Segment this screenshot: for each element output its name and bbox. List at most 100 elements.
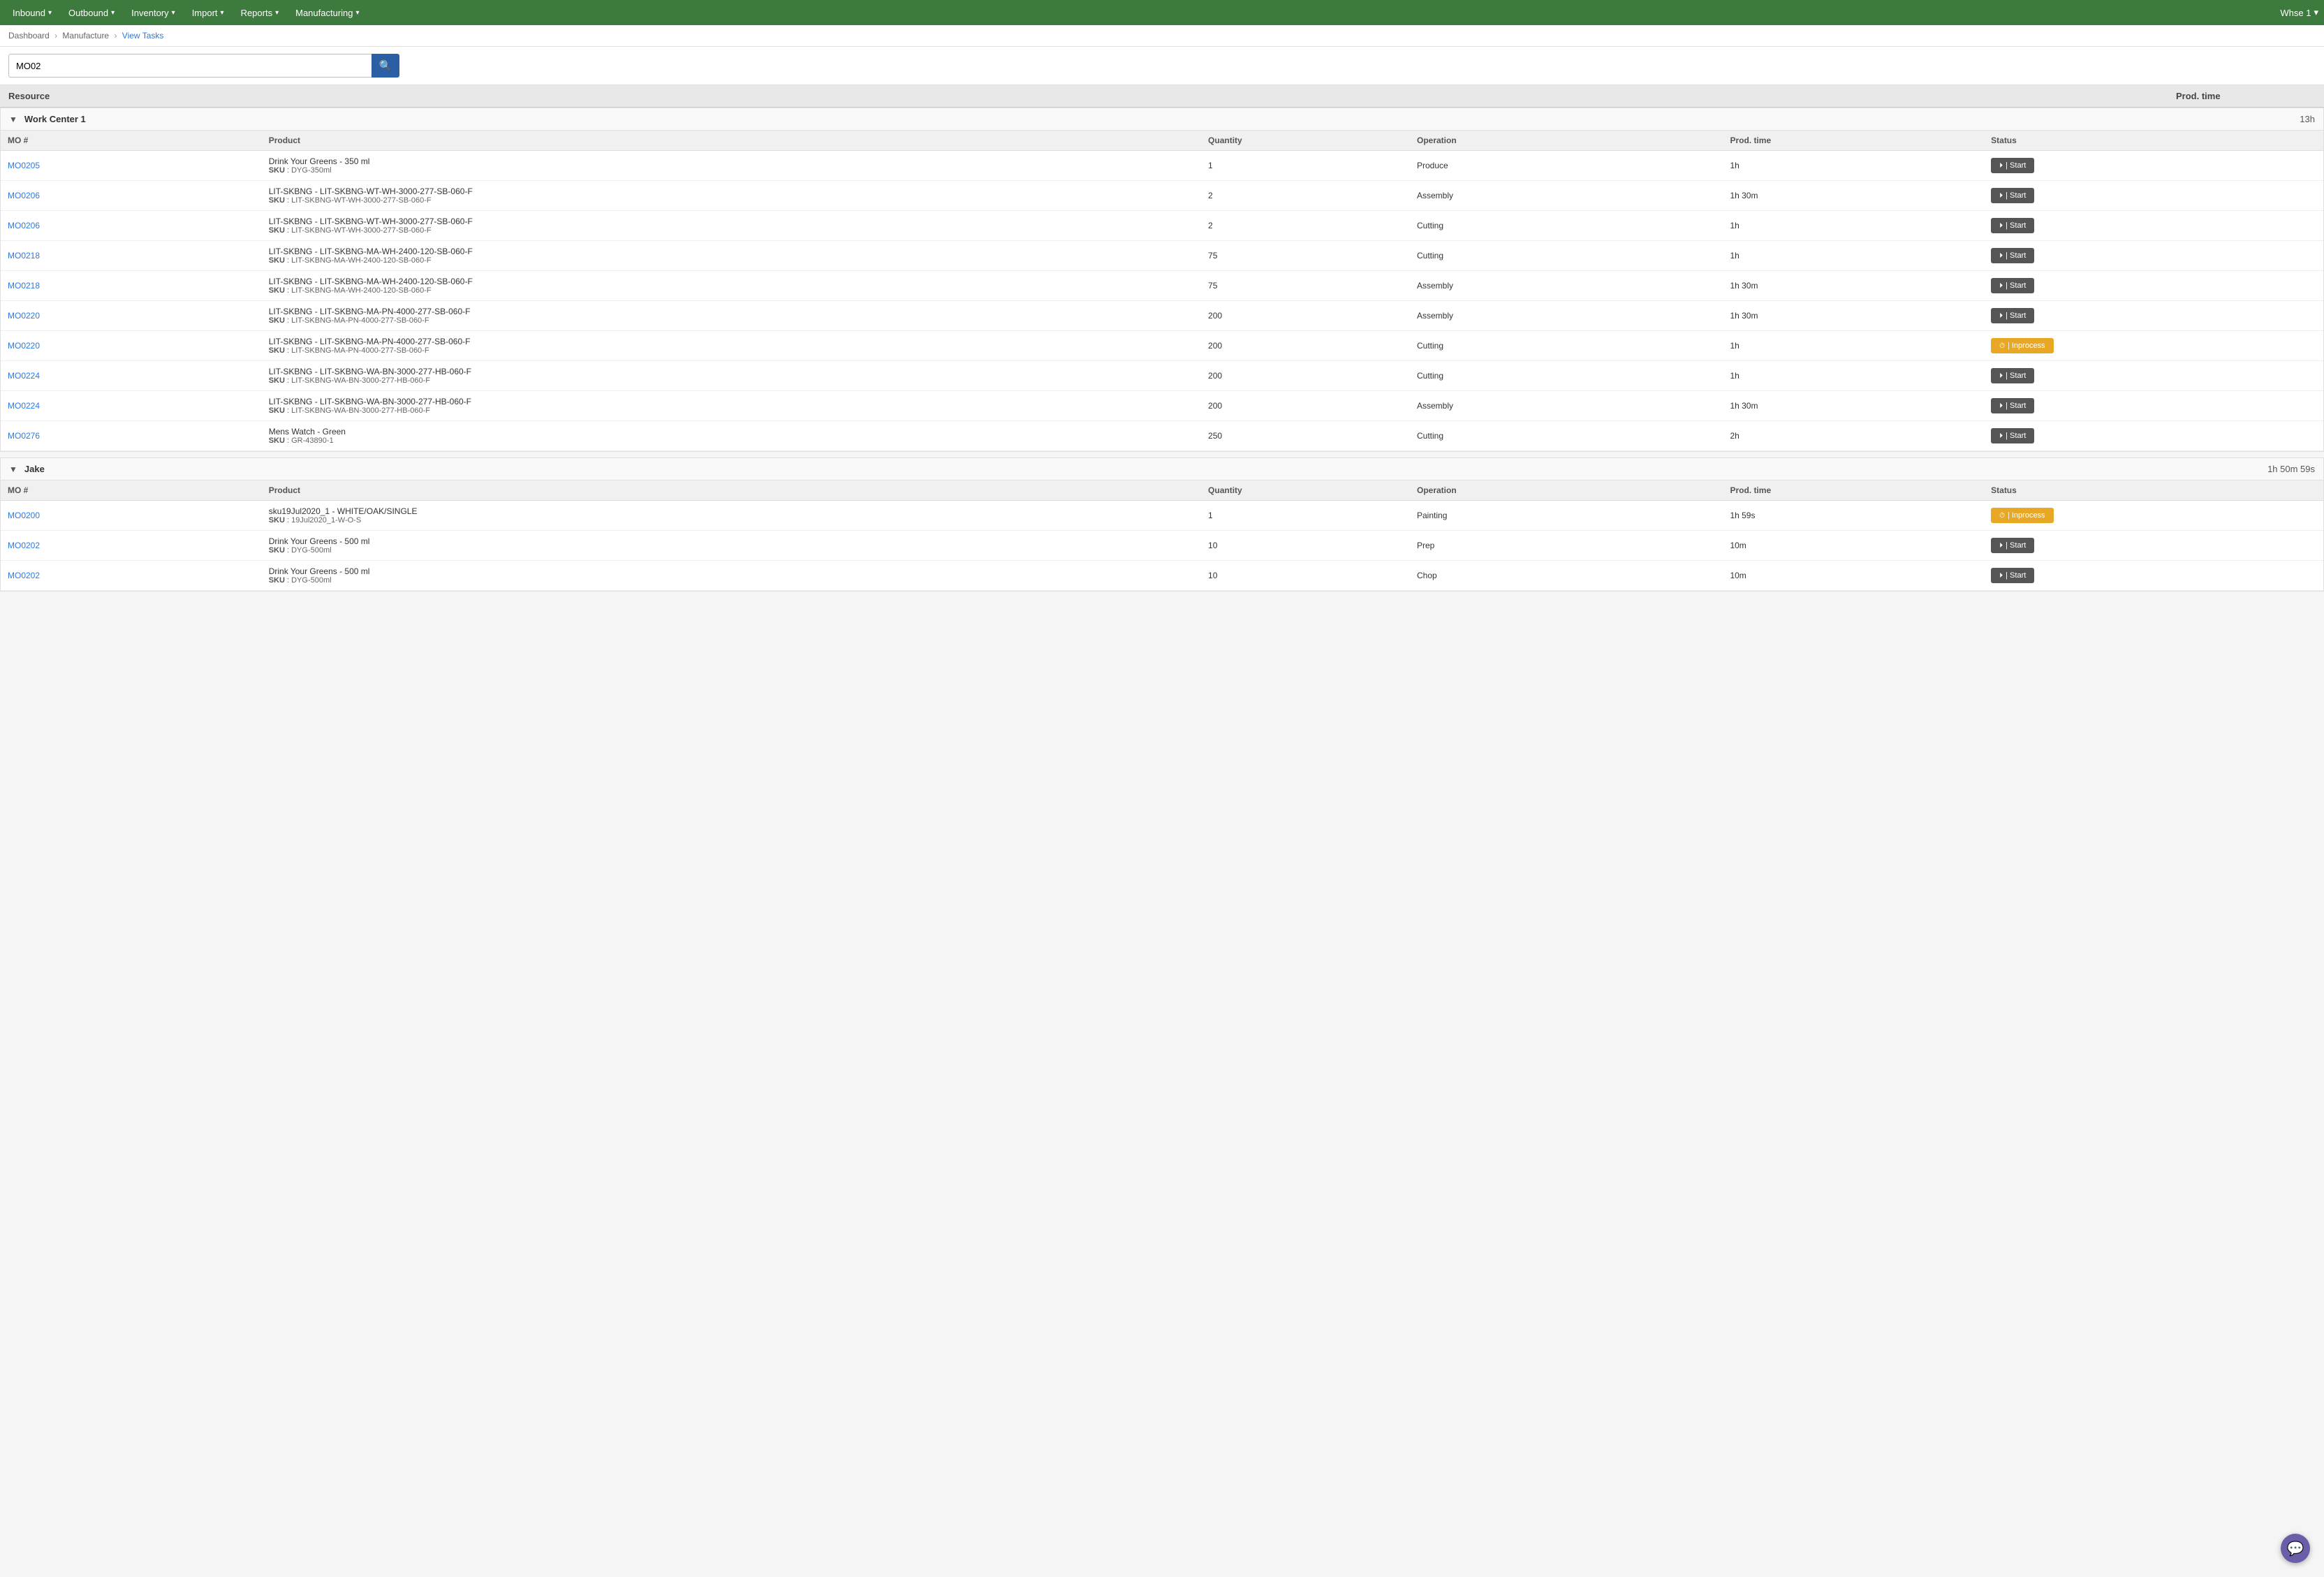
- mo-link[interactable]: MO0202: [8, 541, 40, 550]
- toggle-arrow-icon: ▼: [9, 115, 17, 124]
- chat-widget[interactable]: 💬: [2281, 1534, 2310, 1563]
- product-name: LIT-SKBNG - LIT-SKBNG-WA-BN-3000-277-HB-…: [269, 367, 1194, 376]
- work-center-row-wc1[interactable]: ▼ Work Center 1 13h: [1, 108, 2323, 131]
- quantity-cell: 10: [1201, 561, 1410, 591]
- product-cell: LIT-SKBNG - LIT-SKBNG-MA-WH-2400-120-SB-…: [262, 241, 1201, 271]
- inbound-arrow-icon: ▾: [48, 9, 52, 17]
- start-button[interactable]: ⏵ | Start: [1991, 308, 2034, 323]
- nav-reports[interactable]: Reports ▾: [234, 3, 286, 22]
- nav-user[interactable]: Whse 1 ▾: [2280, 7, 2318, 18]
- start-button[interactable]: ⏵ | Start: [1991, 568, 2034, 583]
- mo-link[interactable]: MO0224: [8, 401, 40, 411]
- start-button[interactable]: ⏵ | Start: [1991, 248, 2034, 263]
- product-cell: LIT-SKBNG - LIT-SKBNG-WA-BN-3000-277-HB-…: [262, 391, 1201, 421]
- product-cell: LIT-SKBNG - LIT-SKBNG-WA-BN-3000-277-HB-…: [262, 361, 1201, 391]
- inprocess-button[interactable]: ⏱ | Inprocess: [1991, 508, 2053, 523]
- mo-link[interactable]: MO0205: [8, 161, 40, 170]
- col-header-operation-jake: Operation: [1410, 481, 1723, 501]
- col-header-quantity-jake: Quantity: [1201, 481, 1410, 501]
- start-button[interactable]: ⏵ | Start: [1991, 368, 2034, 383]
- nav-outbound[interactable]: Outbound ▾: [61, 3, 122, 22]
- operation-cell: Assembly: [1410, 391, 1723, 421]
- work-center-section-wc1: ▼ Work Center 1 13h MO # Product Quantit…: [0, 108, 2324, 452]
- mo-link[interactable]: MO0220: [8, 341, 40, 351]
- prod-time-cell: 1h 30m: [1723, 391, 1984, 421]
- prod-time-cell: 2h: [1723, 421, 1984, 451]
- prod-time-cell: 1h 30m: [1723, 181, 1984, 211]
- prod-time-cell: 10m: [1723, 531, 1984, 561]
- outbound-arrow-icon: ▾: [111, 9, 115, 17]
- product-sku: SKU : DYG-350ml: [269, 166, 1194, 175]
- nav-manufacturing[interactable]: Manufacturing ▾: [288, 3, 366, 22]
- mo-link[interactable]: MO0218: [8, 281, 40, 291]
- quantity-cell: 200: [1201, 391, 1410, 421]
- quantity-cell: 200: [1201, 331, 1410, 361]
- quantity-cell: 200: [1201, 361, 1410, 391]
- main-content: Resource Prod. time ▼ Work Center 1 13h …: [0, 85, 2324, 592]
- product-name: Drink Your Greens - 500 ml: [269, 536, 1194, 546]
- product-cell: sku19Jul2020_1 - WHITE/OAK/SINGLESKU : 1…: [262, 501, 1201, 531]
- prod-time-cell: 1h 30m: [1723, 271, 1984, 301]
- breadcrumb-dashboard[interactable]: Dashboard: [8, 31, 50, 41]
- search-button[interactable]: 🔍: [372, 54, 399, 78]
- mo-cell: MO0220: [1, 331, 262, 361]
- inventory-arrow-icon: ▾: [172, 9, 175, 17]
- product-cell: LIT-SKBNG - LIT-SKBNG-WT-WH-3000-277-SB-…: [262, 211, 1201, 241]
- jake-table: MO # Product Quantity Operation Prod. ti…: [1, 481, 2323, 591]
- mo-cell: MO0218: [1, 241, 262, 271]
- col-header-quantity: Quantity: [1201, 131, 1410, 151]
- play-icon: ⏵: [1999, 572, 2003, 580]
- nav-inventory[interactable]: Inventory ▾: [124, 3, 182, 22]
- start-button[interactable]: ⏵ | Start: [1991, 398, 2034, 413]
- table-row: MO0218 LIT-SKBNG - LIT-SKBNG-MA-WH-2400-1…: [1, 241, 2323, 271]
- mo-link[interactable]: MO0200: [8, 511, 40, 520]
- status-cell: ⏱ | Inprocess: [1984, 331, 2323, 361]
- mo-link[interactable]: MO0224: [8, 371, 40, 381]
- quantity-cell: 10: [1201, 531, 1410, 561]
- mo-link[interactable]: MO0220: [8, 311, 40, 321]
- start-button[interactable]: ⏵ | Start: [1991, 428, 2034, 443]
- product-name: LIT-SKBNG - LIT-SKBNG-MA-WH-2400-120-SB-…: [269, 277, 1194, 286]
- quantity-cell: 1: [1201, 501, 1410, 531]
- status-cell: ⏵ | Start: [1984, 361, 2323, 391]
- product-sku: SKU : DYG-500ml: [269, 546, 1194, 555]
- prod-time-cell: 1h: [1723, 331, 1984, 361]
- status-cell: ⏱ | Inprocess: [1984, 501, 2323, 531]
- status-cell: ⏵ | Start: [1984, 391, 2323, 421]
- breadcrumb-manufacture[interactable]: Manufacture: [62, 31, 109, 41]
- search-input[interactable]: [8, 54, 372, 78]
- play-icon: ⏵: [1999, 282, 2003, 290]
- jake-table-header-row: MO # Product Quantity Operation Prod. ti…: [1, 481, 2323, 501]
- col-header-product: Product: [262, 131, 1201, 151]
- start-button[interactable]: ⏵ | Start: [1991, 158, 2034, 173]
- status-cell: ⏵ | Start: [1984, 181, 2323, 211]
- status-cell: ⏵ | Start: [1984, 301, 2323, 331]
- mo-link[interactable]: MO0206: [8, 221, 40, 230]
- operation-cell: Prep: [1410, 531, 1723, 561]
- mo-link[interactable]: MO0202: [8, 571, 40, 580]
- operation-cell: Cutting: [1410, 421, 1723, 451]
- nav-import[interactable]: Import ▾: [185, 3, 231, 22]
- start-button[interactable]: ⏵ | Start: [1991, 538, 2034, 553]
- work-center-section-jake: ▼ Jake 1h 50m 59s MO # Product Quantity …: [0, 457, 2324, 592]
- product-cell: LIT-SKBNG - LIT-SKBNG-MA-PN-4000-277-SB-…: [262, 331, 1201, 361]
- table-row: MO0206 LIT-SKBNG - LIT-SKBNG-WT-WH-3000-2…: [1, 211, 2323, 241]
- operation-cell: Assembly: [1410, 181, 1723, 211]
- start-button[interactable]: ⏵ | Start: [1991, 218, 2034, 233]
- inprocess-button[interactable]: ⏱ | Inprocess: [1991, 338, 2053, 353]
- col-header-status: Status: [1984, 131, 2323, 151]
- mo-link[interactable]: MO0218: [8, 251, 40, 261]
- product-cell: Drink Your Greens - 350 mlSKU : DYG-350m…: [262, 151, 1201, 181]
- start-button[interactable]: ⏵ | Start: [1991, 188, 2034, 203]
- mo-cell: MO0276: [1, 421, 262, 451]
- mo-link[interactable]: MO0206: [8, 191, 40, 200]
- table-row: MO0202 Drink Your Greens - 500 mlSKU : DY…: [1, 531, 2323, 561]
- mo-link[interactable]: MO0276: [8, 431, 40, 441]
- prod-time-cell: 1h 30m: [1723, 301, 1984, 331]
- nav-inbound[interactable]: Inbound ▾: [6, 3, 59, 22]
- product-name: LIT-SKBNG - LIT-SKBNG-MA-WH-2400-120-SB-…: [269, 247, 1194, 256]
- start-button[interactable]: ⏵ | Start: [1991, 278, 2034, 293]
- work-center-row-jake[interactable]: ▼ Jake 1h 50m 59s: [1, 458, 2323, 481]
- status-cell: ⏵ | Start: [1984, 241, 2323, 271]
- clock-icon: ⏱: [1999, 342, 2005, 350]
